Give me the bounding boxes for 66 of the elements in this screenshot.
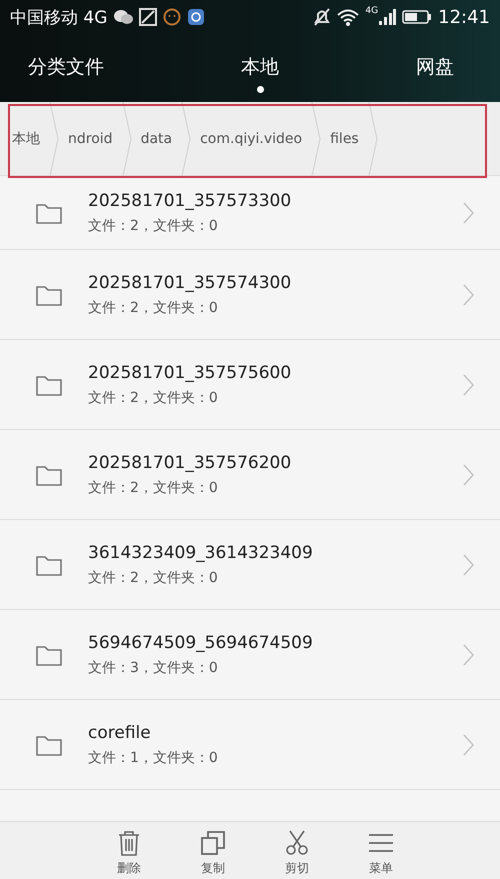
breadcrumb-item[interactable]: data [132, 102, 182, 175]
folder-info: 文件：2，文件夹：0 [88, 216, 219, 234]
breadcrumb-item[interactable]: files [321, 102, 368, 175]
chevron-divider-icon [122, 102, 132, 176]
mute-icon [313, 8, 332, 26]
folder-icon [36, 284, 62, 306]
chevron-right-icon [462, 374, 474, 396]
file-row[interactable]: 5694674509_5694674509 文件：3，文件夹：0 [0, 610, 500, 700]
app-icon [187, 8, 206, 26]
folder-icon [36, 734, 62, 756]
toolbar-button[interactable]: 菜单 [357, 822, 405, 879]
copy-icon [200, 830, 226, 856]
breadcrumb-item[interactable]: com.qiyi.video [191, 102, 312, 175]
network-label: 4G [365, 6, 378, 16]
signal-icon [378, 8, 396, 26]
chevron-right-icon [462, 734, 474, 756]
file-row[interactable]: 202581701_357575600 文件：2，文件夹：0 [0, 340, 500, 430]
scissors-icon [284, 830, 310, 856]
breadcrumb-item[interactable]: 本地 [0, 102, 49, 175]
folder-info: 文件：2，文件夹：0 [88, 478, 219, 496]
toolbar-button[interactable]: 复制 [189, 822, 237, 879]
file-row[interactable]: 202581701_357573300 文件：2，文件夹：0 [0, 176, 500, 250]
folder-icon [36, 464, 62, 486]
folder-icon [36, 554, 62, 576]
chevron-right-icon [462, 202, 474, 224]
chevron-divider-icon [49, 102, 59, 176]
chevron-right-icon [462, 284, 474, 306]
image-icon [139, 8, 158, 26]
smiley-icon [163, 8, 182, 26]
folder-name: 202581701_357576200 [88, 452, 292, 472]
file-row[interactable]: 202581701_357576200 文件：2，文件夹：0 [0, 430, 500, 520]
folder-info: 文件：2，文件夹：0 [88, 388, 219, 406]
battery-icon [402, 9, 432, 25]
chevron-right-icon [462, 644, 474, 666]
clock-time: 12:41 [438, 6, 490, 28]
folder-info: 文件：1，文件夹：0 [88, 748, 219, 766]
chevron-right-icon [462, 464, 474, 486]
folder-info: 文件：2，文件夹：0 [88, 298, 219, 316]
folder-info: 文件：3，文件夹：0 [88, 658, 219, 676]
folder-icon [36, 644, 62, 666]
wifi-icon [337, 8, 360, 26]
chat-icon [113, 9, 134, 25]
folder-icon [36, 374, 62, 396]
tab[interactable]: 网盘 [410, 34, 460, 102]
folder-name: 3614323409_3614323409 [88, 542, 314, 562]
chevron-right-icon [462, 554, 474, 576]
folder-name: 202581701_357575600 [88, 362, 292, 382]
trash-icon [116, 830, 142, 856]
folder-name: 5694674509_5694674509 [88, 632, 314, 652]
file-row[interactable]: corefile 文件：1，文件夹：0 [0, 700, 500, 790]
folder-name: 202581701_357573300 [88, 190, 292, 210]
tab[interactable]: 分类文件 [22, 34, 110, 102]
folder-name: 202581701_357574300 [88, 272, 292, 292]
carrier-label: 中国移动 4G [10, 6, 108, 28]
toolbar-button[interactable]: 剪切 [273, 822, 321, 879]
folder-info: 文件：2，文件夹：0 [88, 568, 219, 586]
toolbar-button[interactable]: 删除 [105, 822, 153, 879]
breadcrumb-item[interactable]: ndroid [59, 102, 122, 175]
tab[interactable]: 本地 [235, 34, 285, 102]
chevron-divider-icon [368, 102, 378, 176]
chevron-divider-icon [181, 102, 192, 176]
chevron-divider-icon [311, 102, 322, 176]
folder-icon [36, 202, 62, 224]
folder-name: corefile [88, 722, 152, 742]
file-row[interactable]: 202581701_357574300 文件：2，文件夹：0 [0, 250, 500, 340]
file-row[interactable]: 3614323409_3614323409 文件：2，文件夹：0 [0, 520, 500, 610]
